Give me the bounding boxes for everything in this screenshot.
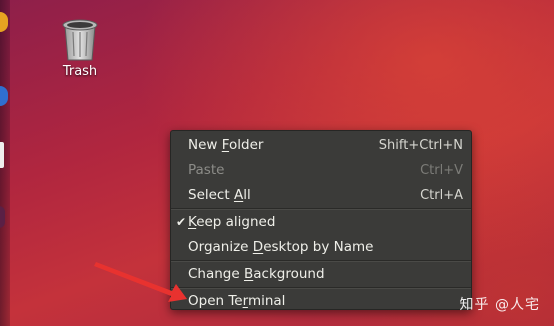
annotation-arrow-icon (94, 262, 187, 302)
watermark: 知乎 @人宅 (459, 297, 540, 313)
